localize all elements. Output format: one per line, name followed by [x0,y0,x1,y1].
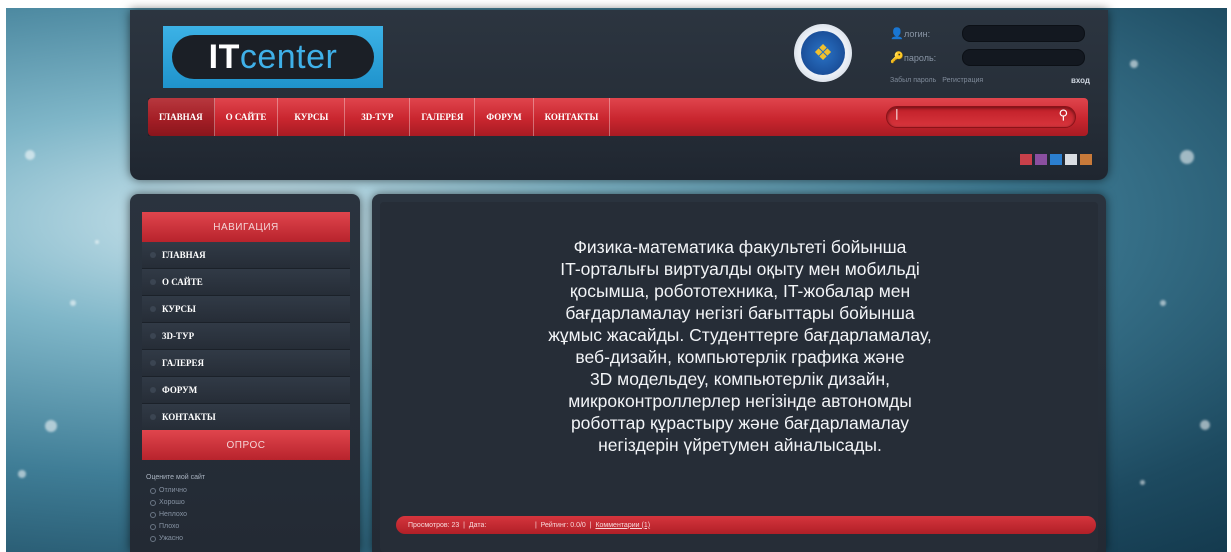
main-nav: ГЛАВНАЯ О САЙТЕ КУРСЫ 3D-ТУР ГАЛЕРЕЯ ФОР… [148,98,1088,136]
sidebar-item-label: ГЛАВНАЯ [162,250,206,260]
article-line: 3D модельдеу, компьютерлік дизайн, [589,369,891,389]
theme-swatch-purple[interactable] [1035,154,1047,165]
sidebar-item-gallery[interactable]: ГАЛЕРЕЯ [142,350,350,377]
sidebar-item-label: КУРСЫ [162,304,196,314]
sidebar-item-home[interactable]: ГЛАВНАЯ [142,242,350,269]
article-line: жұмыс жасайды. Студенттерге бағдарламала… [548,325,932,345]
bullet-icon [150,414,156,420]
sidebar: НАВИГАЦИЯ ГЛАВНАЯ О САЙТЕ КУРСЫ 3D-ТУР Г… [130,194,360,552]
bullet-icon [150,279,156,285]
article-line: бағдарламалау негізгі бағыттары бойынша [565,303,915,323]
poll-option-label: Хорошо [159,499,185,506]
login-button[interactable]: вход [1071,76,1090,85]
bullet-icon [150,387,156,393]
key-icon: 🔑 [890,51,904,64]
nav-item-3d-tour[interactable]: 3D-ТУР [345,98,411,136]
bullet-icon [150,333,156,339]
login-links: Забыл пароль Регистрация вход [890,76,1090,85]
theme-swatch-white[interactable] [1065,154,1077,165]
login-label: логин: [904,28,931,39]
comments-link[interactable]: Комментарии (1) [595,522,650,529]
logo-prefix: IT [208,37,240,76]
theme-swatch-orange[interactable] [1080,154,1092,165]
bullet-icon [150,360,156,366]
nav-item-about[interactable]: О САЙТЕ [215,98,279,136]
user-icon: 👤 [890,27,904,40]
radio-icon [150,535,156,542]
article-line: қосымша, робототехника, IT-жобалар мен [569,281,911,301]
poll-question: Оцените мой сайт [146,474,206,481]
login-input[interactable] [962,25,1085,42]
radio-icon [150,499,156,506]
login-row: 👤 логин: [890,24,1085,43]
poll-option-label: Ужасно [159,535,184,542]
theme-swatch-red[interactable] [1020,154,1032,165]
logo-text: IT center [172,35,374,79]
sidebar-item-contacts[interactable]: КОНТАКТЫ [142,404,350,431]
search-icon[interactable]: ⚲ [1058,108,1068,123]
password-input[interactable] [962,49,1085,66]
article-meta-bar: Просмотров: 23 | Дата: | Рейтинг: 0.0/0 … [396,516,1096,534]
article-line: микроконтроллерлер негізінде автономды [568,391,912,411]
poll-option[interactable]: Плохо [150,523,179,530]
radio-icon [150,511,156,518]
article-panel: Физика-математика факультеті бойынша IT-… [380,202,1098,552]
article-line: роботтар құрастыру және бағдарламалау [570,413,910,433]
radio-icon [150,523,156,530]
poll-heading: ОПРОС [142,430,350,460]
sidebar-item-label: О САЙТЕ [162,277,203,287]
nav-item-contacts[interactable]: КОНТАКТЫ [534,98,611,136]
article-line: IT-орталығы виртуалды оқыту мен мобильді [560,259,920,279]
logo-suffix: center [239,37,338,76]
rating-value: Рейтинг: 0.0/0 [540,521,586,529]
university-emblem-icon: ❖ [794,24,852,82]
sidebar-item-label: 3D-ТУР [162,331,195,341]
navigation-heading: НАВИГАЦИЯ [142,212,350,242]
nav-item-forum[interactable]: ФОРУМ [475,98,534,136]
theme-swatches [1020,154,1092,165]
search-input[interactable]: | [886,106,1076,128]
article-line: Физика-математика факультеті бойынша [573,237,907,257]
article-line: веб-дизайн, компьютерлік графика және [575,347,905,367]
article-date: Дата: [468,521,487,529]
site-header: IT center ❖ 👤 логин: 🔑 пароль: Забыл паро… [130,10,1108,180]
sidebar-item-forum[interactable]: ФОРУМ [142,377,350,404]
sidebar-item-about[interactable]: О САЙТЕ [142,269,350,296]
radio-icon [150,487,156,494]
bullet-icon [150,252,156,258]
password-row: 🔑 пароль: [890,48,1085,67]
article-body: Физика-математика факультеті бойынша IT-… [440,236,1040,456]
forgot-password-link[interactable]: Забыл пароль [890,77,936,84]
nav-item-home[interactable]: ГЛАВНАЯ [148,98,215,136]
sidebar-item-label: ГАЛЕРЕЯ [162,358,204,368]
poll-option-label: Плохо [159,523,180,530]
main-content: Физика-математика факультеті бойынша IT-… [372,194,1106,552]
nav-item-courses[interactable]: КУРСЫ [278,98,346,136]
site-logo[interactable]: IT center [163,26,383,88]
register-link[interactable]: Регистрация [942,77,983,84]
theme-swatch-blue[interactable] [1050,154,1062,165]
poll-option[interactable]: Отлично [150,487,187,494]
sidebar-item-label: ФОРУМ [162,385,198,395]
sidebar-item-courses[interactable]: КУРСЫ [142,296,350,323]
sidebar-item-3d-tour[interactable]: 3D-ТУР [142,323,350,350]
article-line: негіздерін үйретумен айналысады. [598,435,882,455]
poll-option[interactable]: Хорошо [150,499,185,506]
password-label: пароль: [904,52,937,63]
poll-option-label: Отлично [159,487,187,494]
bullet-icon [150,306,156,312]
poll-option[interactable]: Неплохо [150,511,187,518]
views-count: Просмотров: 23 [408,521,460,529]
sidebar-item-label: КОНТАКТЫ [162,412,216,422]
poll-option-label: Неплохо [159,511,188,518]
poll-option[interactable]: Ужасно [150,535,183,542]
nav-item-gallery[interactable]: ГАЛЕРЕЯ [410,98,476,136]
